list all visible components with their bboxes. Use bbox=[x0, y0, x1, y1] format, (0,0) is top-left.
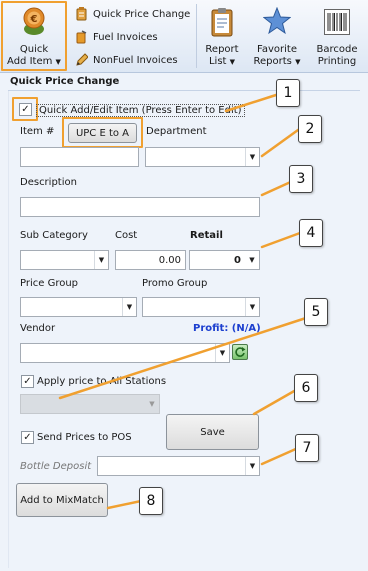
chevron-down-icon: ▼ bbox=[295, 58, 301, 66]
price-group-label: Price Group bbox=[20, 278, 79, 289]
quick-add-highlight bbox=[1, 1, 67, 71]
cost-value: 0.00 bbox=[158, 254, 181, 266]
report-list-label-line2: List ▼ bbox=[208, 56, 236, 67]
item-number-label: Item # bbox=[20, 126, 55, 137]
sub-category-select[interactable]: ▼ bbox=[20, 250, 109, 270]
barcode-printing-label-line1: Barcode bbox=[316, 44, 358, 55]
promo-group-label: Promo Group bbox=[142, 278, 208, 289]
barcode-printing-button[interactable]: Barcode Printing bbox=[308, 3, 366, 69]
chevron-down-icon[interactable]: ▼ bbox=[122, 298, 136, 316]
description-input[interactable] bbox=[20, 197, 260, 217]
nonfuel-invoices-button[interactable]: NonFuel Invoices bbox=[75, 50, 178, 70]
station-select: ▼ bbox=[20, 394, 160, 414]
favorite-reports-label-line2: Reports ▼ bbox=[253, 56, 301, 67]
item-number-input[interactable] bbox=[20, 147, 139, 167]
refresh-vendor-button[interactable] bbox=[232, 344, 248, 360]
department-select[interactable]: ▼ bbox=[145, 147, 260, 167]
price-group-select[interactable]: ▼ bbox=[20, 297, 137, 317]
star-icon bbox=[262, 6, 292, 35]
callout-2: 2 bbox=[298, 115, 322, 143]
department-label: Department bbox=[146, 126, 207, 137]
callout-5: 5 bbox=[304, 298, 328, 326]
apply-all-stations-label: Apply price to All Stations bbox=[37, 376, 167, 387]
fuel-invoices-button[interactable]: Fuel Invoices bbox=[75, 27, 158, 47]
refresh-icon bbox=[235, 347, 246, 357]
chevron-down-icon[interactable]: ▼ bbox=[245, 457, 259, 475]
favorite-reports-label-line1: Favorite bbox=[257, 44, 297, 55]
pencil-icon bbox=[75, 53, 89, 67]
retail-label: Retail bbox=[190, 230, 223, 241]
send-prices-checkbox[interactable]: ✓ bbox=[21, 431, 34, 444]
sub-category-label: Sub Category bbox=[20, 230, 88, 241]
barcode-icon bbox=[324, 9, 350, 35]
chevron-down-icon: ▼ bbox=[229, 58, 236, 66]
checkbox-highlight bbox=[12, 97, 38, 121]
retail-value: 0 bbox=[234, 254, 241, 266]
chevron-down-icon: ▼ bbox=[145, 395, 159, 413]
barcode-printing-label-line2: Printing bbox=[317, 56, 357, 67]
retail-select[interactable]: 0 ▼ bbox=[189, 250, 260, 270]
send-prices-label: Send Prices to POS bbox=[37, 432, 132, 443]
report-list-label-line1: Report bbox=[205, 44, 239, 55]
report-list-button[interactable]: Report List ▼ bbox=[198, 3, 246, 69]
chevron-down-icon[interactable]: ▼ bbox=[215, 344, 229, 362]
callout-1: 1 bbox=[276, 79, 300, 107]
favorite-reports-button[interactable]: Favorite Reports ▼ bbox=[248, 3, 306, 69]
upc-button-highlight bbox=[62, 117, 143, 148]
callout-3: 3 bbox=[289, 165, 313, 193]
vendor-select[interactable]: ▼ bbox=[20, 343, 230, 363]
cost-input[interactable]: 0.00 bbox=[115, 250, 186, 270]
callout-8: 8 bbox=[139, 487, 163, 515]
profit-label: Profit: (N/A) bbox=[193, 323, 261, 334]
chevron-down-icon[interactable]: ▼ bbox=[245, 251, 259, 269]
fuel-can-icon bbox=[75, 30, 88, 44]
nonfuel-invoices-label: NonFuel Invoices bbox=[93, 54, 178, 66]
description-label: Description bbox=[20, 177, 77, 188]
clipboard-icon bbox=[210, 7, 234, 37]
vendor-label: Vendor bbox=[20, 323, 56, 334]
bottle-deposit-label: Bottle Deposit bbox=[20, 461, 92, 472]
bottle-deposit-select[interactable]: ▼ bbox=[97, 456, 260, 476]
apply-all-stations-checkbox[interactable]: ✓ bbox=[21, 375, 34, 388]
ribbon-separator bbox=[196, 4, 197, 68]
promo-group-select[interactable]: ▼ bbox=[142, 297, 260, 317]
chevron-down-icon[interactable]: ▼ bbox=[245, 298, 259, 316]
callout-7: 7 bbox=[295, 434, 319, 462]
save-button[interactable]: Save bbox=[166, 414, 259, 450]
chevron-down-icon[interactable]: ▼ bbox=[94, 251, 108, 269]
price-tag-icon bbox=[75, 7, 88, 21]
callout-4: 4 bbox=[299, 219, 323, 247]
add-to-mixmatch-button[interactable]: Add to MixMatch bbox=[16, 483, 108, 517]
page-title: Quick Price Change bbox=[10, 76, 120, 87]
fuel-invoices-label: Fuel Invoices bbox=[93, 31, 158, 43]
callout-6: 6 bbox=[294, 374, 318, 402]
chevron-down-icon[interactable]: ▼ bbox=[245, 148, 259, 166]
quick-add-checkbox-label: Quick Add/Edit Item (Press Enter to Edit… bbox=[36, 104, 245, 117]
cost-label: Cost bbox=[115, 230, 138, 241]
quick-price-change-button[interactable]: Quick Price Change bbox=[75, 4, 190, 24]
quick-price-change-label: Quick Price Change bbox=[93, 8, 191, 20]
